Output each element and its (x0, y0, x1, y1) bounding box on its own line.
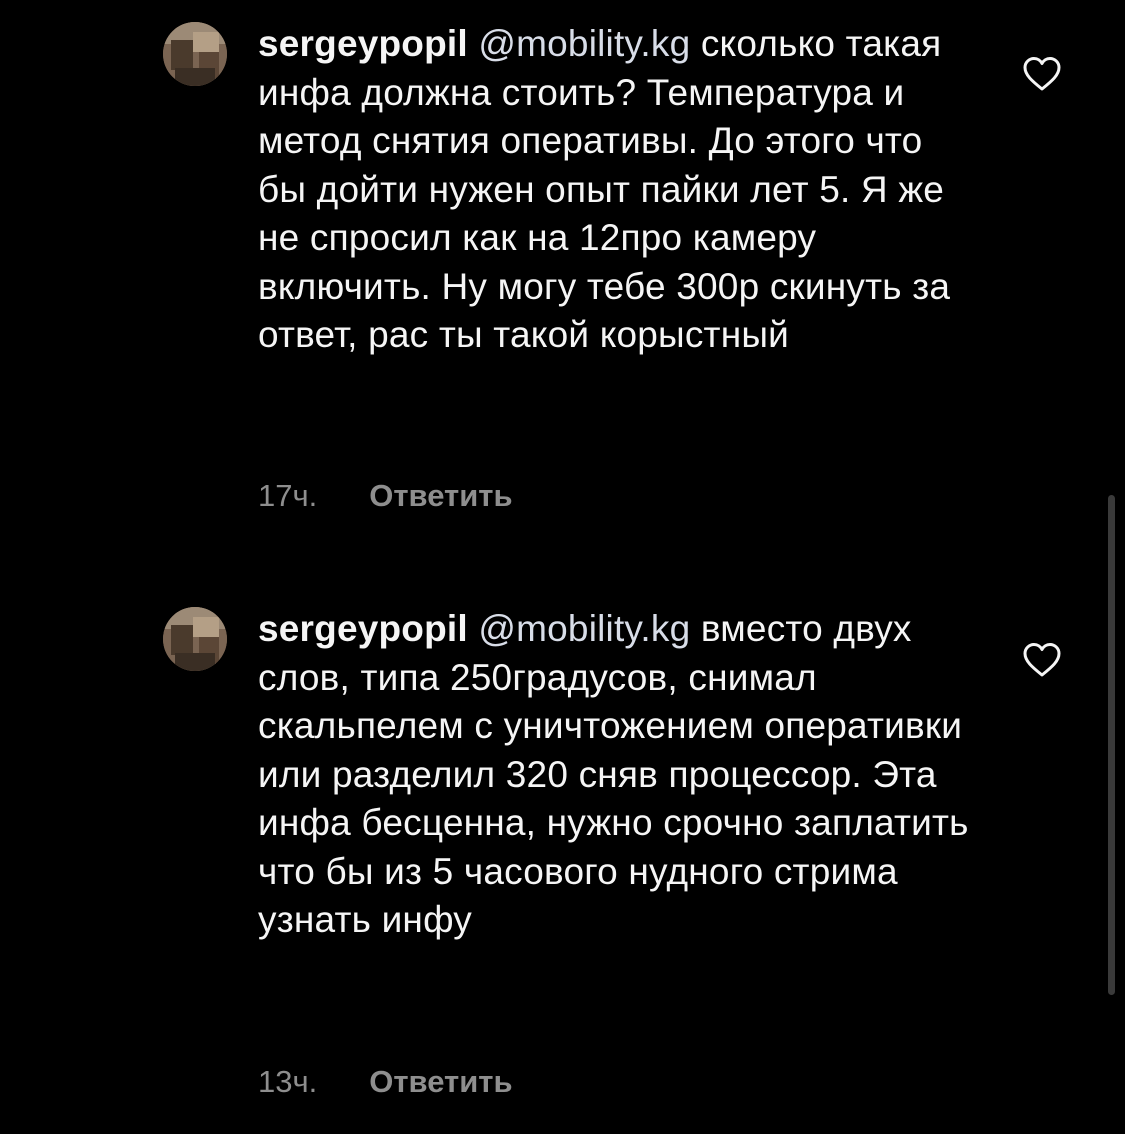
comment-text: sergeypopil @mobility.kg вместо двух сло… (258, 605, 978, 945)
reply-button[interactable]: Ответить (369, 478, 512, 513)
comment-text: sergeypopil @mobility.kg сколько такая и… (258, 20, 978, 360)
heart-outline-icon[interactable] (1022, 56, 1062, 92)
heart-outline-icon[interactable] (1022, 642, 1062, 678)
comment-body: вместо двух слов, типа 250градусов, сним… (258, 608, 969, 940)
username[interactable]: sergeypopil (258, 608, 468, 649)
avatar-photo-icon (163, 607, 227, 671)
reply-button[interactable]: Ответить (369, 1064, 512, 1099)
comment-meta: 13ч. Ответить (258, 1064, 513, 1100)
avatar-photo-icon (163, 22, 227, 86)
timestamp: 13ч. (258, 1064, 318, 1099)
mention-link[interactable]: @mobility.kg (478, 23, 690, 64)
username[interactable]: sergeypopil (258, 23, 468, 64)
scrollbar[interactable] (1108, 495, 1115, 995)
comment-body: сколько такая инфа должна стоить? Темпер… (258, 23, 951, 355)
avatar[interactable] (163, 22, 227, 86)
mention-link[interactable]: @mobility.kg (478, 608, 690, 649)
comment-meta: 17ч. Ответить (258, 478, 513, 514)
timestamp: 17ч. (258, 478, 318, 513)
avatar[interactable] (163, 607, 227, 671)
